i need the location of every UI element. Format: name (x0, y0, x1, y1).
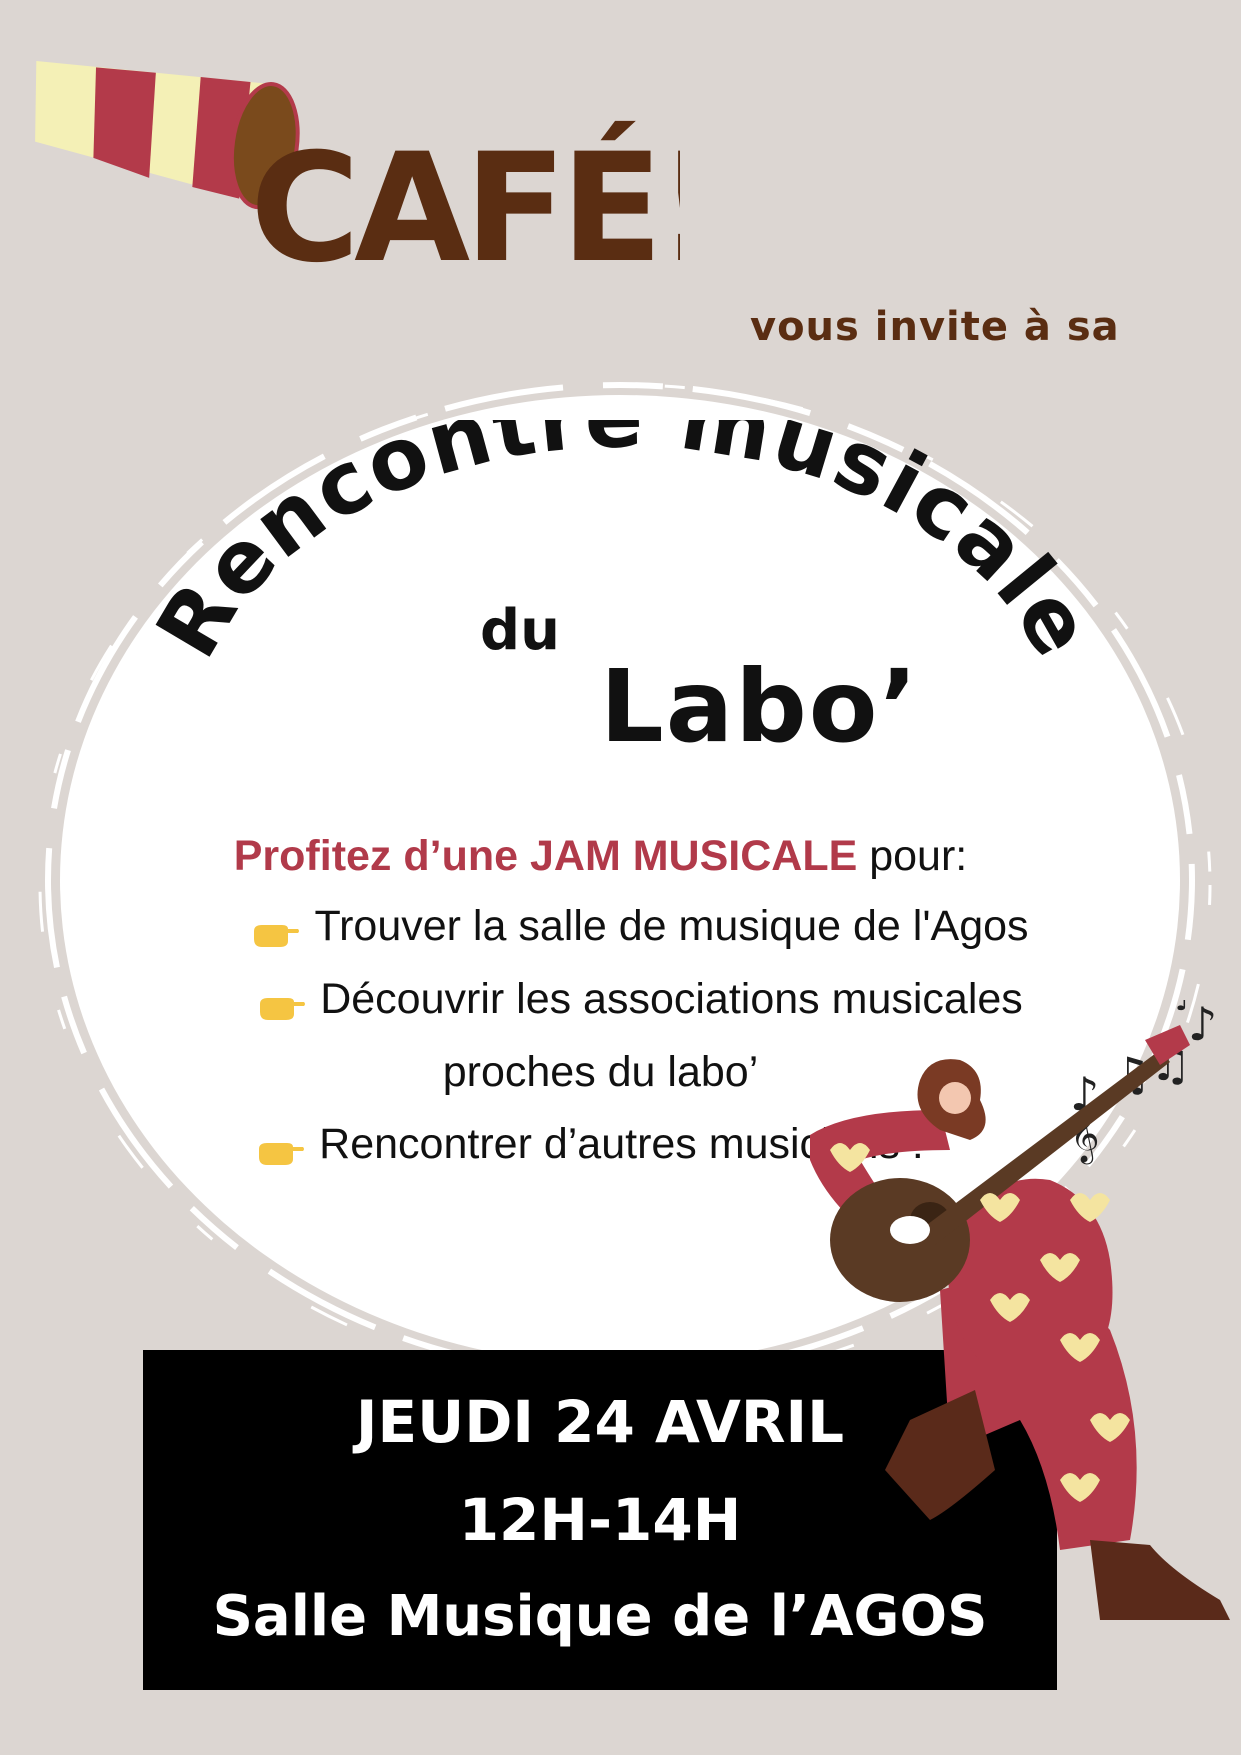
title-line1: Rencontre musicale (138, 367, 1111, 674)
bullet-1-text: Trouver la salle de musique de l'Agos (314, 902, 1029, 950)
bullet-1: Trouver la salle de musique de l'Agos (20, 902, 1241, 951)
pointing-hand-icon (257, 1129, 305, 1165)
invite-tagline: vous invite à sa (750, 304, 1120, 350)
pointing-hand-icon (252, 911, 300, 947)
title-line2: du (480, 598, 560, 663)
intro-accent: Profitez d’une JAM MUSICALE (233, 832, 858, 880)
intro-line: Profitez d’une JAM MUSICALE pour: (0, 832, 1221, 881)
pointing-hand-icon (258, 984, 306, 1020)
logo-text: CAFÉ! (250, 121, 680, 290)
music-notes-icon: ♪ ♫ ♫ ♪ ♪ 𝄞 (1070, 983, 1217, 1165)
title-line3: Labo’ (600, 648, 920, 765)
intro-rest: pour: (857, 832, 968, 880)
svg-text:♪: ♪ (1175, 1000, 1194, 1018)
svg-text:Rencontre musicale: Rencontre musicale (138, 420, 1113, 674)
cafe-logo: CAFÉ! (240, 120, 726, 296)
guitar-player-illustration: ♪ ♫ ♫ ♪ ♪ 𝄞 (790, 983, 1241, 1680)
